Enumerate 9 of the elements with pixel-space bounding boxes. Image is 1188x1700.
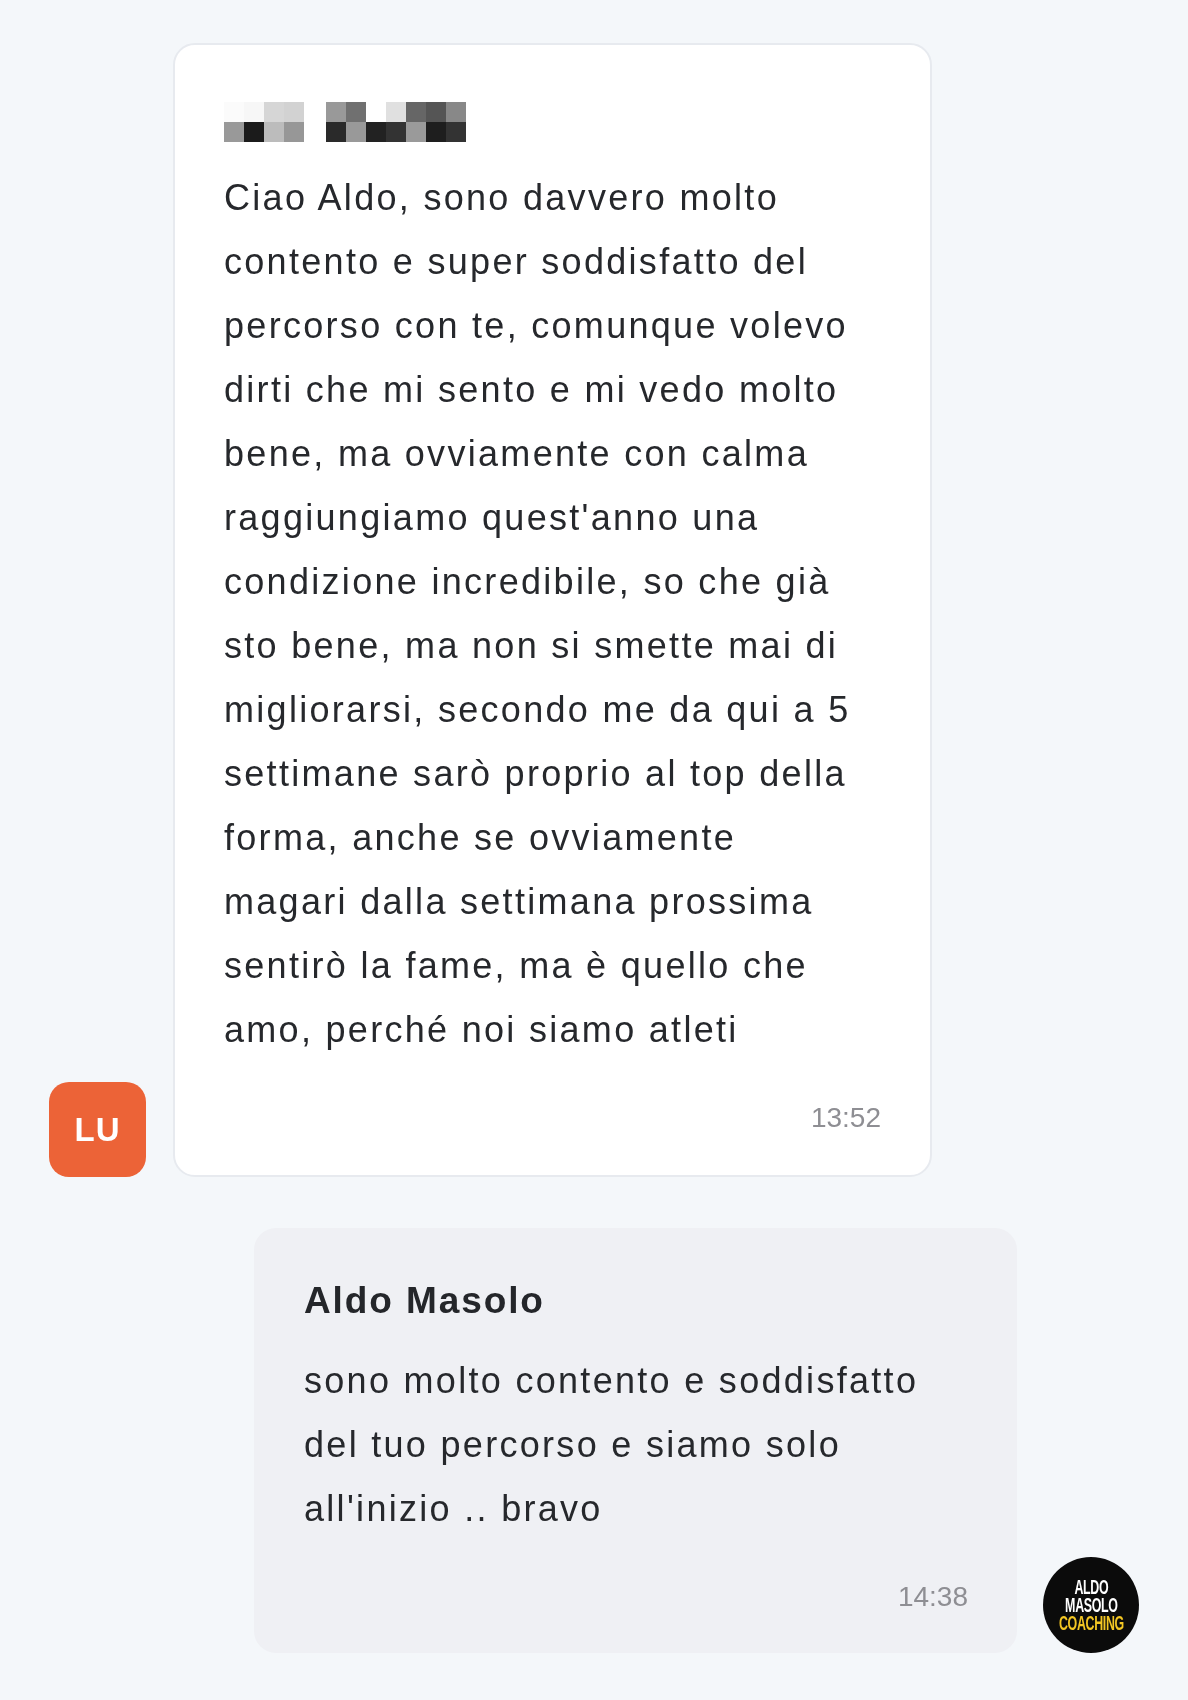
logo-text: ALDO [1074,1578,1108,1596]
sender-name: Aldo Masolo [304,1279,545,1323]
logo-text: MASOLO [1064,1596,1118,1614]
initials-avatar: LU [49,1082,146,1177]
logo-text: COACHING [1058,1614,1124,1632]
message-time: 13:52 [810,1101,881,1135]
message-text: sono molto contento e soddisfatto del tuo percorso e siamo solo all'inizio .. bravo [304,1359,920,1531]
message-text: Ciao Aldo, sono davvero molto contento e super soddisfatto del percorso con te, comunque volevo dirti che mi sento e mi vedo molto bene, ma ovviamente con calma raggiungiamo quest'anno una condizione incredibile, so che già sto bene, ma non si smette mai di migliorarsi, secondo me da qui a 5 settimane sarò proprio al top della forma, anche se ovviamente magari dalla settimana prossima sentirò la fame, ma è quello che amo, perché noi siamo atleti [224,176,852,1052]
message-time: 14:38 [897,1580,968,1614]
